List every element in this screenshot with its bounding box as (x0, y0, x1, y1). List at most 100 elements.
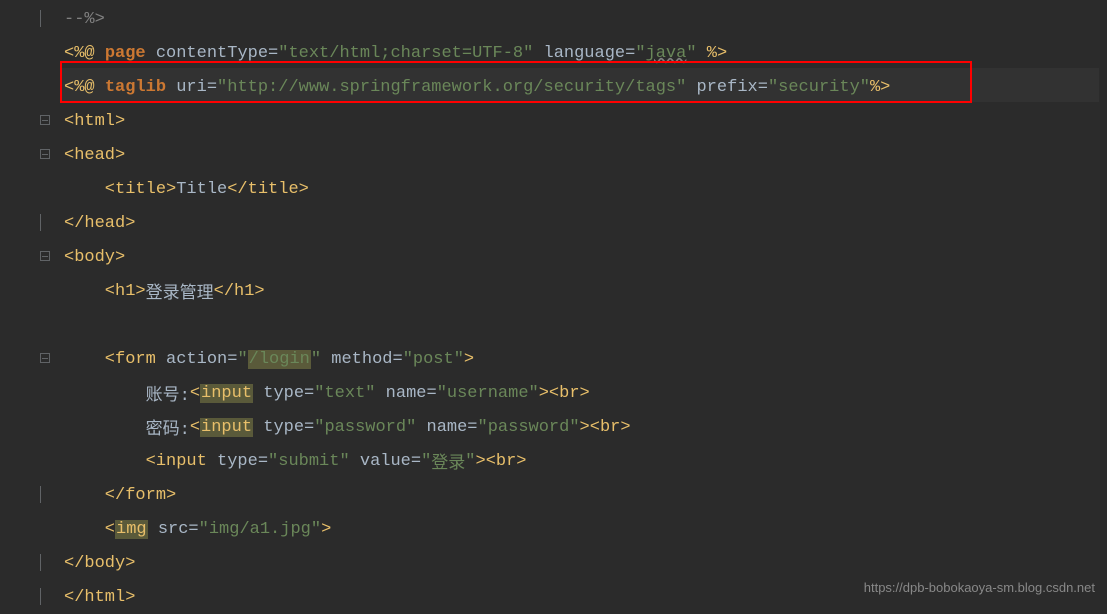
code-token: submit (278, 452, 339, 471)
code-token: </head> (64, 214, 135, 233)
gutter-row (0, 580, 60, 614)
code-line[interactable]: <title>Title</title> (60, 172, 1107, 206)
fold-minus-icon[interactable] (40, 251, 52, 263)
code-line[interactable]: 密码:<input type="password" name="password… (60, 410, 1107, 444)
code-token: < (190, 418, 200, 437)
code-token: < (190, 384, 200, 403)
code-token: " (365, 384, 375, 403)
gutter-row (0, 444, 60, 478)
code-token: > (464, 350, 474, 369)
code-token: " (860, 78, 870, 97)
fold-end-icon (40, 489, 52, 501)
code-line[interactable]: <%@ page contentType="text/html;charset=… (60, 36, 1107, 70)
watermark: https://dpb-bobokaoya-sm.blog.csdn.net (864, 580, 1095, 595)
code-token: java (646, 44, 687, 63)
gutter-row (0, 478, 60, 512)
code-token: 登录 (431, 448, 465, 474)
code-token: > (321, 520, 331, 539)
code-line[interactable] (60, 308, 1107, 342)
code-token: type= (207, 452, 268, 471)
code-token: " (237, 350, 247, 369)
code-token: " (339, 452, 349, 471)
code-token: <%@ (64, 78, 105, 97)
code-token: <body> (64, 248, 125, 267)
code-token: " (311, 520, 321, 539)
code-token: <title> (64, 180, 176, 199)
code-token: " (217, 78, 227, 97)
code-token: " (278, 44, 288, 63)
code-token: " (311, 350, 321, 369)
code-token: <form (64, 350, 156, 369)
code-token: " (686, 44, 696, 63)
code-token: " (768, 78, 778, 97)
code-token: text/html;charset=UTF-8 (288, 44, 523, 63)
code-token: " (635, 44, 645, 63)
code-token: type= (253, 384, 314, 403)
code-token: value= (350, 452, 421, 471)
code-line[interactable]: </body> (60, 546, 1107, 580)
fold-minus-icon[interactable] (40, 353, 52, 365)
code-line[interactable]: <body> (60, 240, 1107, 274)
code-token: <html> (64, 112, 125, 131)
code-token: --%> (64, 10, 105, 29)
code-token: ><br> (476, 452, 527, 471)
code-token: ><br> (580, 418, 631, 437)
code-token: type= (253, 418, 314, 437)
code-token: password (488, 418, 570, 437)
code-token: " (465, 452, 475, 471)
fold-end-icon (40, 217, 52, 229)
gutter-row (0, 172, 60, 206)
gutter-row (0, 240, 60, 274)
code-area[interactable]: --%> <%@ page contentType="text/html;cha… (60, 0, 1107, 603)
gutter-row (0, 342, 60, 376)
code-token: " (523, 44, 533, 63)
code-token: " (437, 384, 447, 403)
code-token: <%@ (64, 44, 105, 63)
code-token: ><br> (539, 384, 590, 403)
code-token: " (314, 384, 324, 403)
code-token: prefix= (686, 78, 768, 97)
code-token: Title (176, 180, 227, 199)
code-token: %> (870, 78, 890, 97)
code-line[interactable]: <head> (60, 138, 1107, 172)
code-token: password (324, 418, 406, 437)
code-token: </title> (227, 180, 309, 199)
code-token: " (569, 418, 579, 437)
code-token: input (200, 418, 253, 437)
code-line[interactable]: 账号:<input type="text" name="username"><b… (60, 376, 1107, 410)
gutter-row (0, 308, 60, 342)
code-token: 登录管理 (146, 278, 214, 304)
code-token: </form> (64, 486, 176, 505)
code-token: 账号: (64, 380, 190, 406)
code-line[interactable]: <input type="submit" value="登录"><br> (60, 444, 1107, 478)
gutter-row (0, 36, 60, 70)
code-token: language= (533, 44, 635, 63)
code-line[interactable]: <h1>登录管理</h1> (60, 274, 1107, 308)
fold-end-icon (40, 13, 52, 25)
fold-minus-icon[interactable] (40, 149, 52, 161)
code-token: " (314, 418, 324, 437)
code-token: </html> (64, 588, 135, 607)
code-line[interactable]: --%> (60, 2, 1107, 36)
fold-end-icon (40, 557, 52, 569)
code-token: " (676, 78, 686, 97)
code-line[interactable]: <img src="img/a1.jpg"> (60, 512, 1107, 546)
code-token: </body> (64, 554, 135, 573)
code-token: security (778, 78, 860, 97)
code-token: text (324, 384, 365, 403)
fold-minus-icon[interactable] (40, 115, 52, 127)
gutter-row (0, 274, 60, 308)
gutter-row (0, 104, 60, 138)
code-token: " (421, 452, 431, 471)
code-token: taglib (105, 78, 166, 97)
code-line[interactable]: </head> (60, 206, 1107, 240)
code-token: src= (148, 520, 199, 539)
code-line[interactable]: <html> (60, 104, 1107, 138)
code-line[interactable]: <form action="/login" method="post"> (60, 342, 1107, 376)
code-token: uri= (166, 78, 217, 97)
gutter-row (0, 376, 60, 410)
code-token: </h1> (214, 282, 265, 301)
code-line[interactable]: </form> (60, 478, 1107, 512)
code-editor[interactable]: --%> <%@ page contentType="text/html;cha… (0, 0, 1107, 603)
code-token: name= (375, 384, 436, 403)
